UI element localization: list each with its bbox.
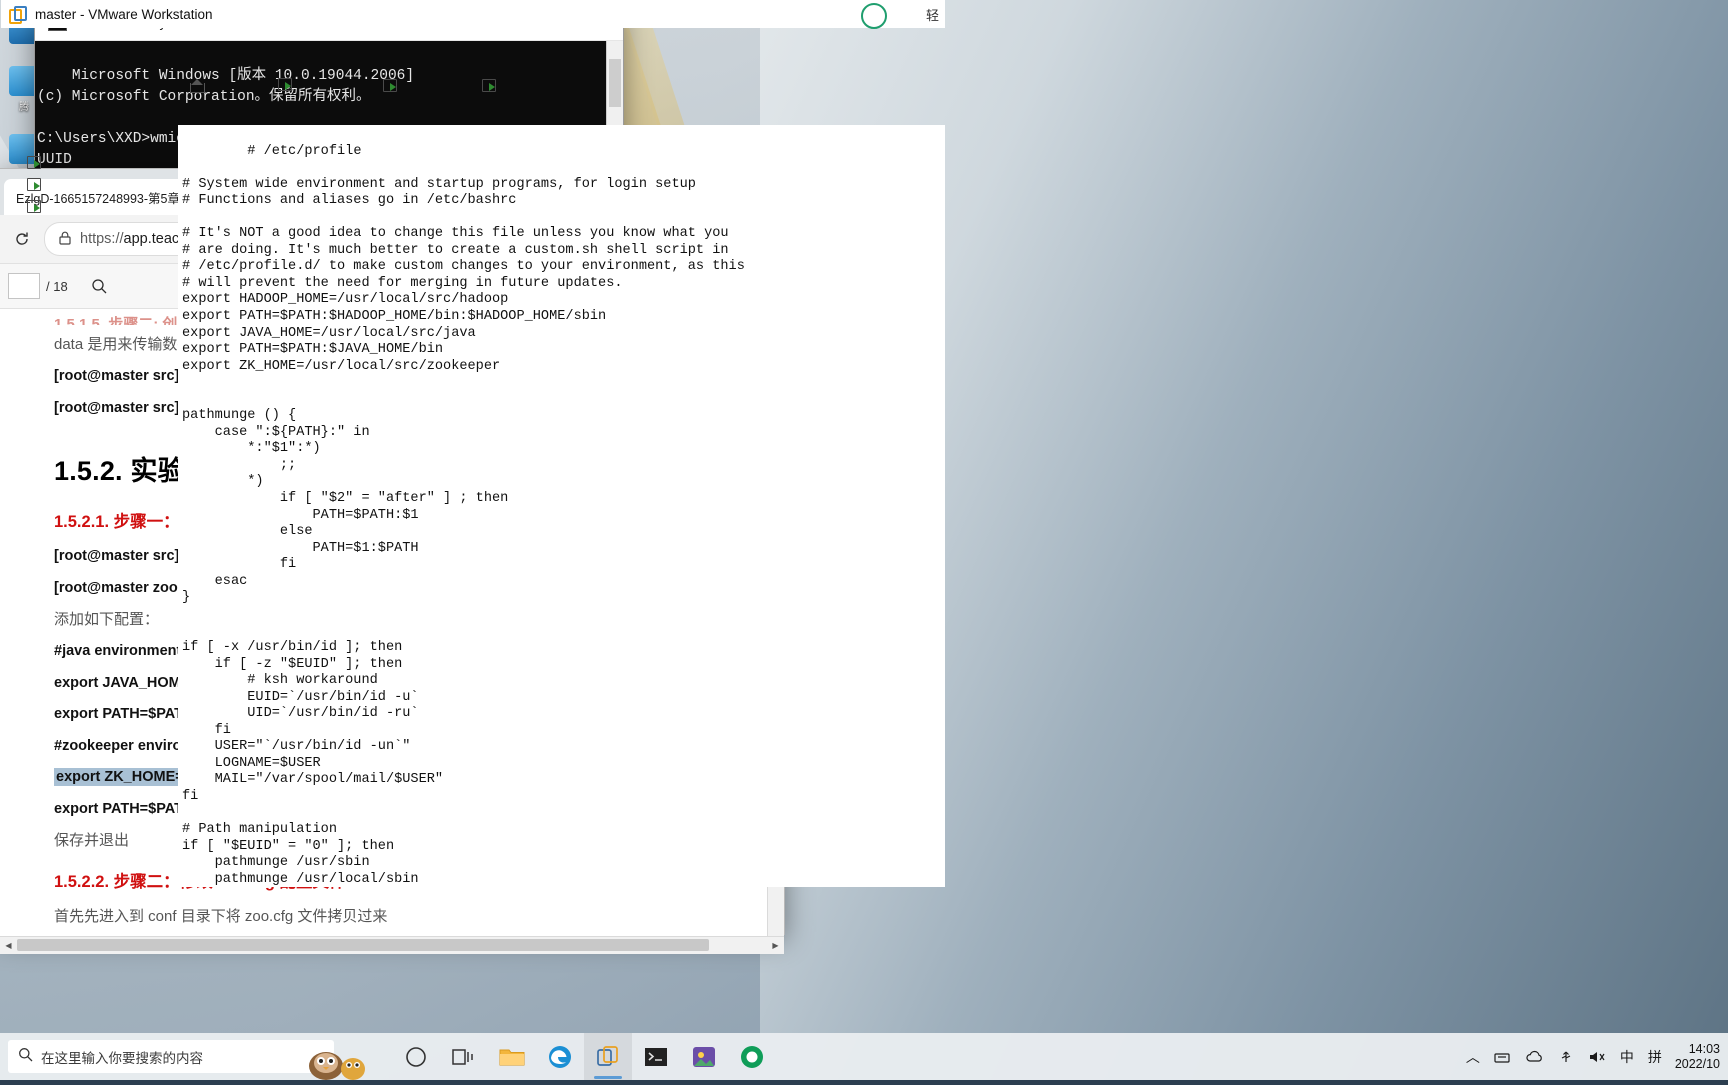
ime-language-indicator[interactable]: 中 bbox=[1620, 1047, 1634, 1067]
cortana-icon[interactable] bbox=[392, 1033, 440, 1080]
volume-icon[interactable] bbox=[1588, 1050, 1606, 1064]
pdf-page-input[interactable] bbox=[8, 273, 40, 299]
lock-icon bbox=[59, 231, 71, 248]
vm-icon bbox=[278, 78, 293, 91]
vmware-logo bbox=[9, 5, 27, 24]
tray-expand-chevron[interactable]: ︿ bbox=[1466, 1047, 1480, 1067]
tray-text: 轻 bbox=[925, 8, 939, 23]
vm-icon bbox=[382, 79, 397, 92]
windows-taskbar: 在这里输入你要搜索的内容 ︿ 中 拼 14:03 2022/10 bbox=[0, 1033, 1728, 1080]
terminal-icon[interactable] bbox=[632, 1033, 680, 1080]
edge-refresh-icon[interactable] bbox=[6, 223, 38, 255]
clock-date: 2022/10 bbox=[1674, 1056, 1720, 1071]
edge-icon[interactable] bbox=[536, 1033, 584, 1080]
cmd-scroll-thumb[interactable] bbox=[609, 59, 621, 107]
vmware-main-area: 主页✕master✕slave1✕slave2✕ 文件(F)编辑(E)查看(V)… bbox=[178, 67, 945, 887]
document-hscroll-thumb[interactable] bbox=[17, 939, 709, 951]
taskbar-mascot bbox=[300, 1033, 370, 1080]
document-scroll-left-arrow[interactable]: ◀ bbox=[0, 941, 17, 950]
ime-mode-indicator[interactable]: 拼 bbox=[1648, 1047, 1662, 1067]
app-icon[interactable] bbox=[680, 1033, 728, 1080]
task-view-icon[interactable] bbox=[440, 1033, 488, 1080]
file-explorer-icon[interactable] bbox=[488, 1033, 536, 1080]
vmware-titlebar[interactable]: master - VMware Workstation 轻 bbox=[1, 0, 945, 29]
guest-terminal[interactable]: # /etc/profile # System wide environment… bbox=[178, 125, 945, 887]
document-scroll-right-arrow[interactable]: ▶ bbox=[767, 941, 784, 950]
home-icon bbox=[190, 79, 205, 93]
clock-time: 14:03 bbox=[1688, 1041, 1720, 1056]
document-horizontal-scrollbar[interactable]: ◀ ▶ bbox=[0, 936, 784, 954]
network-icon[interactable] bbox=[1494, 1050, 1511, 1064]
search-icon[interactable] bbox=[82, 271, 116, 301]
usb-icon[interactable] bbox=[1558, 1049, 1574, 1064]
vm-icon bbox=[27, 177, 41, 191]
vm-icon bbox=[27, 155, 41, 169]
vm-icon bbox=[482, 79, 497, 92]
vm-icon bbox=[27, 199, 41, 213]
vmware-icon[interactable] bbox=[584, 1033, 632, 1080]
cloud-icon[interactable] bbox=[1525, 1050, 1544, 1064]
vmware-window-title: master - VMware Workstation bbox=[35, 6, 213, 22]
green-app-icon[interactable] bbox=[728, 1033, 776, 1080]
tray-ring-icon bbox=[861, 3, 887, 29]
taskbar-search-placeholder: 在这里输入你要搜索的内容 bbox=[41, 1050, 203, 1066]
document-block-16: 首先先进入到 conf 目录下将 zoo.cfg 文件拷贝过来 bbox=[54, 908, 388, 926]
terminal-text: # /etc/profile # System wide environment… bbox=[182, 143, 745, 887]
pdf-page-count: / 18 bbox=[46, 278, 68, 294]
taskbar-clock[interactable]: 14:03 2022/10 bbox=[1675, 1042, 1720, 1072]
taskbar-search-input[interactable]: 在这里输入你要搜索的内容 bbox=[8, 1040, 334, 1073]
search-icon bbox=[18, 1047, 33, 1067]
system-tray: ︿ 中 拼 14:03 2022/10 bbox=[1459, 1042, 1728, 1072]
